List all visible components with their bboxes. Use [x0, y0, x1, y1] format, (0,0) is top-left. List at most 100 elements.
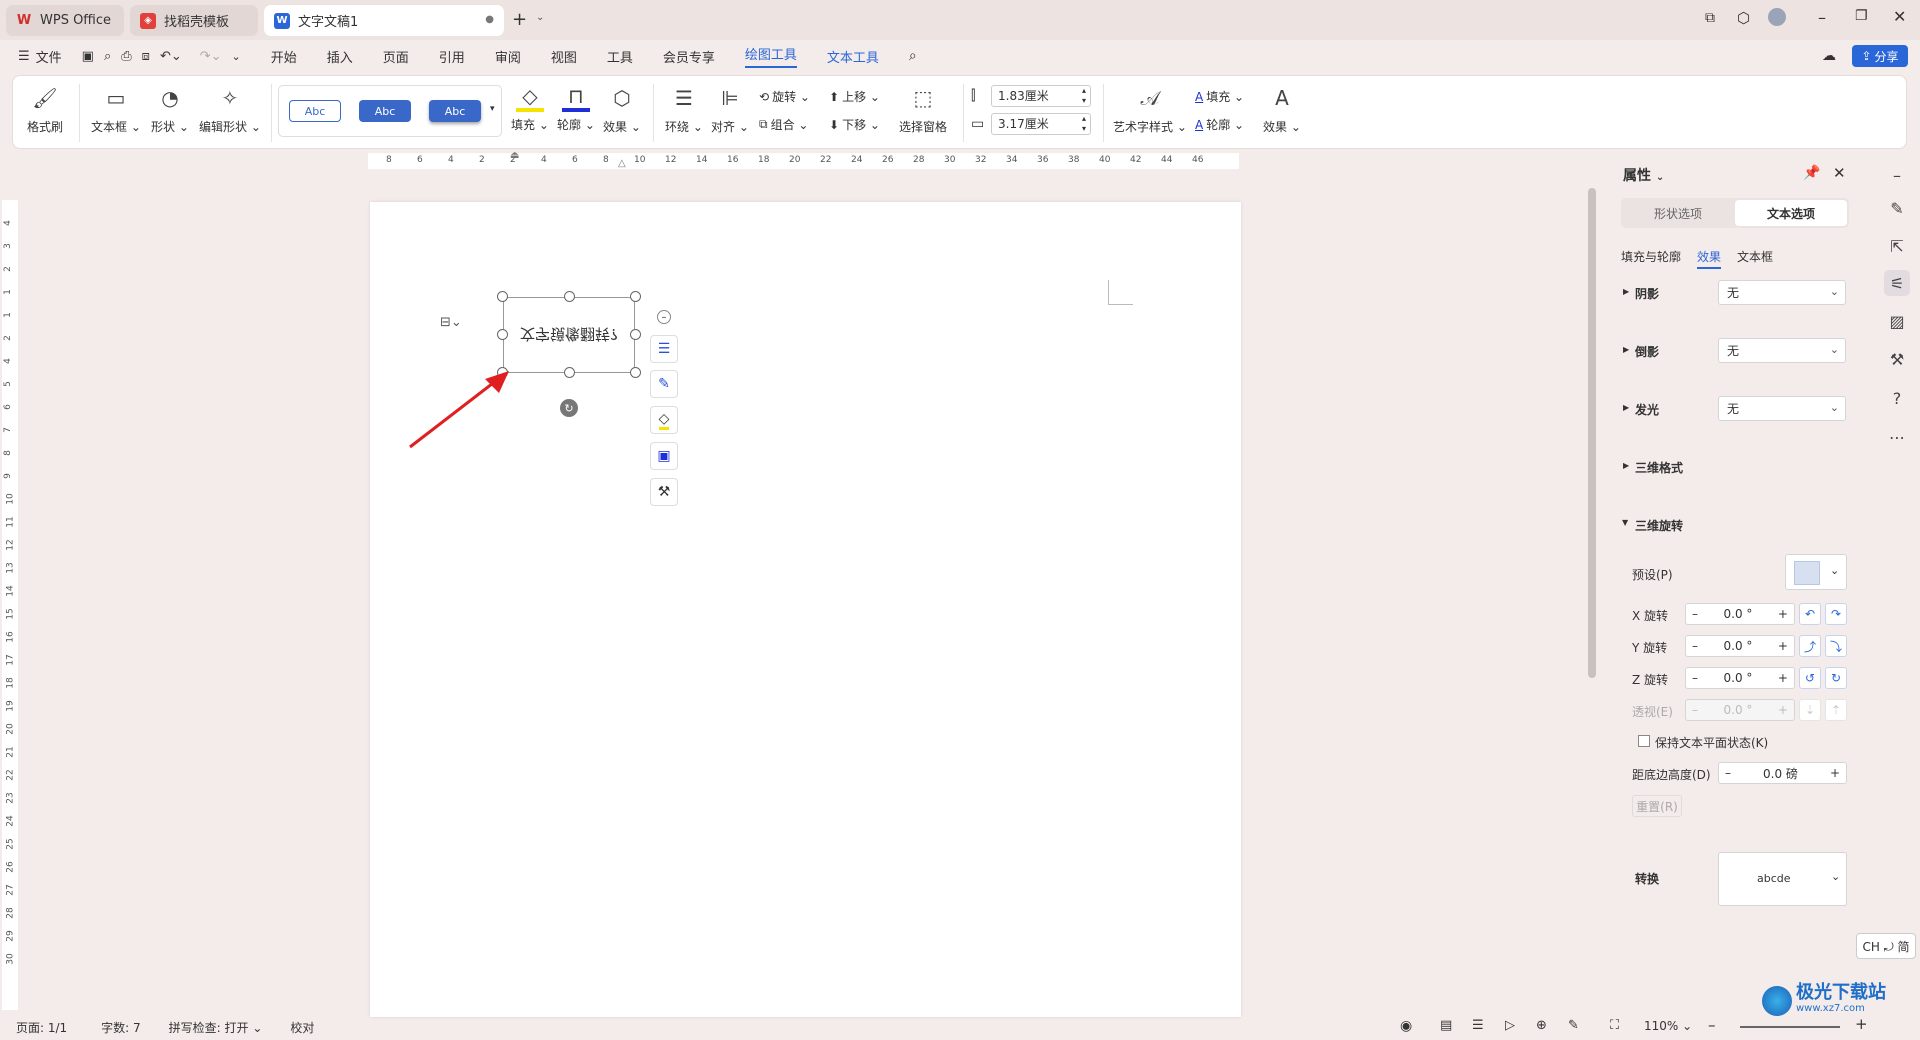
- collapse-icon[interactable]: –: [657, 310, 671, 324]
- panel-title[interactable]: 属性 ⌄: [1623, 165, 1664, 185]
- help-icon[interactable]: ?: [1884, 385, 1910, 411]
- spell-check[interactable]: 拼写检查: 打开 ⌄: [169, 1019, 263, 1036]
- style-sample-outline[interactable]: Abc: [289, 100, 341, 122]
- format-painter-button[interactable]: 🖌 格式刷: [27, 84, 63, 135]
- share-button[interactable]: ⇪ 分享: [1852, 45, 1908, 67]
- tab-document[interactable]: W 文字文稿1 ●: [264, 5, 504, 36]
- avatar[interactable]: [1768, 8, 1786, 26]
- keep-flat-checkbox[interactable]: [1638, 735, 1650, 747]
- tab-list-chevron-icon[interactable]: ⌄: [536, 12, 544, 23]
- proofread[interactable]: 校对: [290, 1019, 314, 1036]
- mirrored-text[interactable]: 文字镜像翻转?: [504, 298, 634, 372]
- properties-sliders-icon[interactable]: ⚟: [1884, 270, 1910, 296]
- pen-icon[interactable]: ✎: [1884, 195, 1910, 221]
- rotate-right-icon[interactable]: ↷: [1825, 603, 1847, 625]
- menu-member[interactable]: 会员专享: [663, 47, 715, 66]
- art-style-button[interactable]: 𝒜 艺术字样式 ⌄: [1113, 84, 1187, 135]
- horizontal-ruler[interactable]: 8 6 4 2 2 4 6 8 10 12 14 16 18 20 22 24 26 28 30 32 34 36 38 40…: [368, 153, 1239, 169]
- edit-shape-button[interactable]: ✧ 编辑形状 ⌄: [199, 84, 261, 135]
- document-scrollbar[interactable]: [1588, 188, 1596, 678]
- style-sample-shadow[interactable]: Abc: [429, 100, 481, 122]
- tab-text-options[interactable]: 文本选项: [1735, 200, 1847, 226]
- reset-button[interactable]: 重置(R): [1632, 795, 1682, 817]
- bring-up-button[interactable]: ⬆ 上移 ⌄: [829, 88, 880, 105]
- undo-icon[interactable]: ↶⌄: [160, 49, 182, 64]
- align-button[interactable]: ⊫ 对齐 ⌄: [711, 84, 749, 135]
- close-window-icon[interactable]: ✕: [1893, 7, 1906, 26]
- glow-dropdown[interactable]: 无 ⌄: [1718, 396, 1846, 421]
- right-indent-marker-icon[interactable]: △: [618, 158, 626, 169]
- collapse-sidebar-icon[interactable]: –: [1884, 162, 1910, 188]
- print-icon[interactable]: ⎙: [121, 49, 131, 64]
- zoom-slider[interactable]: [1740, 1026, 1840, 1028]
- text-fill-button[interactable]: A 填充 ⌄: [1195, 88, 1244, 105]
- wrap-button[interactable]: ☰ 环绕 ⌄: [665, 84, 703, 135]
- ime-indicator[interactable]: CH ⤾ 简: [1856, 933, 1916, 959]
- gallery-expand-icon[interactable]: ▾: [490, 104, 495, 114]
- distance-input[interactable]: –0.0 磅 +: [1718, 762, 1847, 784]
- rotate-ccw-icon[interactable]: ↺: [1799, 667, 1821, 689]
- zoom-out-icon[interactable]: –: [1708, 1016, 1716, 1034]
- image-edit-icon[interactable]: ▨: [1884, 308, 1910, 334]
- resize-handle[interactable]: [564, 367, 575, 378]
- menu-start[interactable]: 开始: [271, 47, 297, 66]
- height-input[interactable]: 1.83厘米 ▴ ▾: [991, 85, 1091, 107]
- subtab-effect[interactable]: 效果: [1697, 248, 1722, 269]
- tools-icon[interactable]: ⚒: [1884, 346, 1910, 372]
- window-layout-icon[interactable]: ⧉: [1705, 10, 1715, 26]
- menu-drawing-tools[interactable]: 绘图工具: [744, 44, 797, 68]
- format3d-label[interactable]: 三维格式: [1635, 459, 1683, 476]
- resize-handle[interactable]: [564, 291, 575, 302]
- outline-tool[interactable]: ▣: [650, 442, 678, 470]
- play-icon[interactable]: ▷: [1505, 1018, 1515, 1033]
- document-page[interactable]: 文字镜像翻转? ↻ ⊟⌄: [370, 202, 1241, 1017]
- vertical-ruler[interactable]: 4 3 2 1 1 2 4 5 6 7 8 9 10 11 12 13 14 15 16 17 18 19 20 21 22 23…: [2, 200, 18, 1010]
- rotation3d-label[interactable]: 三维旋转: [1635, 517, 1683, 534]
- resize-handle[interactable]: [497, 291, 508, 302]
- text-effect-button[interactable]: A 效果 ⌄: [1263, 84, 1301, 135]
- text-outline-button[interactable]: A 轮廓 ⌄: [1195, 116, 1244, 133]
- restore-icon[interactable]: ❐: [1855, 8, 1868, 24]
- outline-button[interactable]: ⊓ 轮廓 ⌄: [557, 84, 595, 133]
- shadow-dropdown[interactable]: 无 ⌄: [1718, 280, 1846, 305]
- menu-tools[interactable]: 工具: [607, 47, 633, 66]
- effect-button[interactable]: ⬡ 效果 ⌄: [603, 84, 641, 135]
- style-brush-tool[interactable]: ✎: [650, 370, 678, 398]
- menu-file[interactable]: 文件: [36, 47, 62, 66]
- pen-view-icon[interactable]: ✎: [1568, 1018, 1579, 1033]
- rotate-button[interactable]: ⟲ 旋转 ⌄: [759, 88, 810, 105]
- subtab-textbox[interactable]: 文本框: [1737, 248, 1773, 265]
- width-input[interactable]: 3.17厘米 ▴ ▾: [991, 113, 1091, 135]
- cloud-icon[interactable]: ☁: [1822, 48, 1836, 64]
- unsaved-dot-icon[interactable]: ●: [485, 14, 494, 25]
- menu-insert[interactable]: 插入: [327, 47, 353, 66]
- tab-shape-options[interactable]: 形状选项: [1621, 198, 1735, 228]
- cube-icon[interactable]: ⬡: [1737, 9, 1750, 27]
- selected-textbox[interactable]: 文字镜像翻转?: [503, 297, 635, 373]
- menu-text-tools[interactable]: 文本工具: [827, 47, 879, 66]
- resize-handle[interactable]: [630, 367, 641, 378]
- fill-button[interactable]: ◇ 填充 ⌄: [511, 84, 549, 133]
- eye-icon[interactable]: ◉: [1400, 1018, 1412, 1034]
- redo-icon[interactable]: ↷⌄: [200, 49, 222, 64]
- more-icon[interactable]: ⋯: [1884, 424, 1910, 450]
- x-rotation-input[interactable]: –0.0 ° +: [1685, 603, 1795, 625]
- tools-tool[interactable]: ⚒: [650, 478, 678, 506]
- save-icon[interactable]: ▣: [82, 49, 94, 64]
- menu-view[interactable]: 视图: [551, 47, 577, 66]
- indent-marker-icon[interactable]: ⏏: [510, 150, 519, 161]
- shape-button[interactable]: ◔ 形状 ⌄: [151, 84, 189, 135]
- hamburger-icon[interactable]: ☰: [18, 49, 30, 64]
- expand-arrow-icon[interactable]: ▶: [1623, 461, 1629, 470]
- new-tab-icon[interactable]: +: [512, 9, 527, 30]
- group-button[interactable]: ⧉ 组合 ⌄: [759, 116, 808, 133]
- rotate-cw-icon[interactable]: ↻: [1825, 667, 1847, 689]
- fit-page-icon[interactable]: ⛶: [1610, 1018, 1619, 1033]
- wrap-layout-tool[interactable]: ☰: [650, 335, 678, 363]
- collapse-arrow-icon[interactable]: ▼: [1622, 518, 1628, 527]
- web-view-icon[interactable]: ⊕: [1536, 1018, 1547, 1033]
- menu-review[interactable]: 审阅: [495, 47, 521, 66]
- minimize-icon[interactable]: –: [1818, 8, 1826, 27]
- word-count[interactable]: 字数: 7: [101, 1019, 141, 1036]
- resize-handle[interactable]: [630, 329, 641, 340]
